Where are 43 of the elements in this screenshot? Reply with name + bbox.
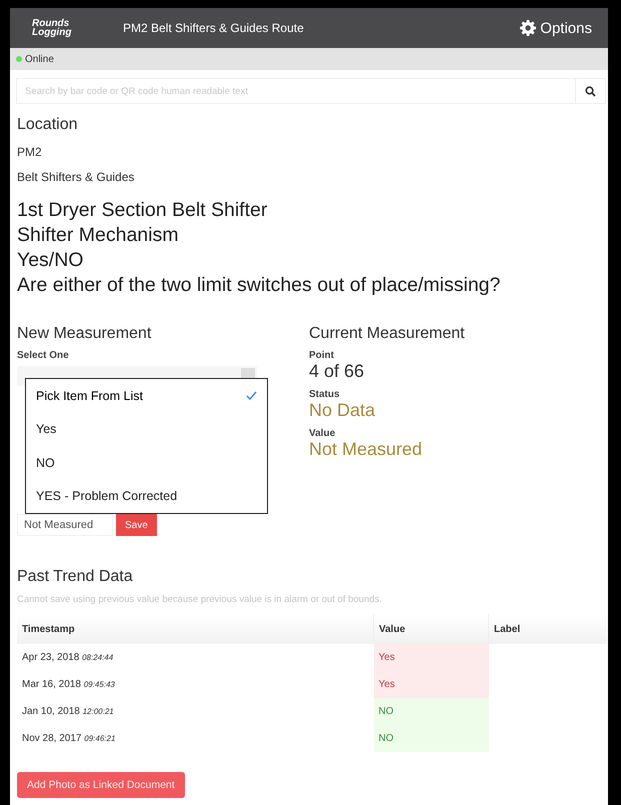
- table-cell: Yes: [374, 671, 488, 698]
- point-title: 1st Dryer Section Belt Shifter: [17, 198, 268, 223]
- location-text: PM2: [17, 145, 43, 159]
- table-cell-text: Mar 16, 2018 09:45:43: [21, 678, 116, 692]
- table-cell-text: Nov 28, 2017 09:46:21: [21, 732, 116, 746]
- save-button[interactable]: Save: [116, 514, 157, 536]
- field-value: Not Measured: [309, 439, 424, 460]
- point-title: Shifter Mechanism: [17, 223, 180, 248]
- column-header: Timestamp: [17, 614, 374, 644]
- check-icon: [246, 391, 257, 400]
- section-heading: Current Measurement: [309, 325, 466, 343]
- dropdown-option[interactable]: Yes: [36, 422, 257, 436]
- table-cell-text: Jan 10, 2018 12:00:21: [21, 705, 115, 719]
- table-cell: Yes: [374, 644, 488, 671]
- field-value: No Data: [309, 400, 376, 421]
- route-title: PM2 Belt Shifters & Guides Route: [123, 21, 305, 35]
- point-title: Yes/NO: [17, 248, 84, 273]
- section-heading: New Measurement: [17, 325, 152, 343]
- table-cell: NO: [374, 698, 488, 725]
- search-icon: [585, 86, 596, 96]
- field-label: Value: [309, 428, 336, 439]
- table-cell: NO: [374, 725, 488, 752]
- table-cell: Apr 23, 2018 08:24:44: [17, 644, 374, 671]
- field-value: 4 of 66: [309, 361, 366, 382]
- field-label: Status: [309, 389, 341, 400]
- options-button[interactable]: Options: [520, 20, 592, 36]
- dropdown-option[interactable]: YES - Problem Corrected: [36, 489, 257, 504]
- logo: Rounds Logging: [32, 19, 72, 37]
- column-header: Value: [374, 614, 488, 644]
- value-field[interactable]: Not Measured: [17, 514, 113, 536]
- section-heading: Past Trend Data: [17, 568, 134, 586]
- search-button[interactable]: [576, 78, 606, 104]
- note-text: Cannot save using previous value because previous value is in alarm or out of bounds.: [17, 594, 383, 605]
- location-text: Belt Shifters & Guides: [17, 170, 136, 184]
- status-text: Online: [25, 54, 54, 64]
- field-label: Select One: [17, 350, 70, 361]
- column-header: Label: [488, 614, 607, 644]
- location-heading: Location: [17, 116, 78, 134]
- point-title: Are either of the two limit switches out of place/missing?: [17, 273, 502, 298]
- dropdown-option[interactable]: Pick Item From List: [36, 388, 257, 403]
- field-label: Point: [309, 350, 335, 361]
- settings-icon: [520, 20, 536, 36]
- dropdown-option[interactable]: NO: [36, 456, 257, 470]
